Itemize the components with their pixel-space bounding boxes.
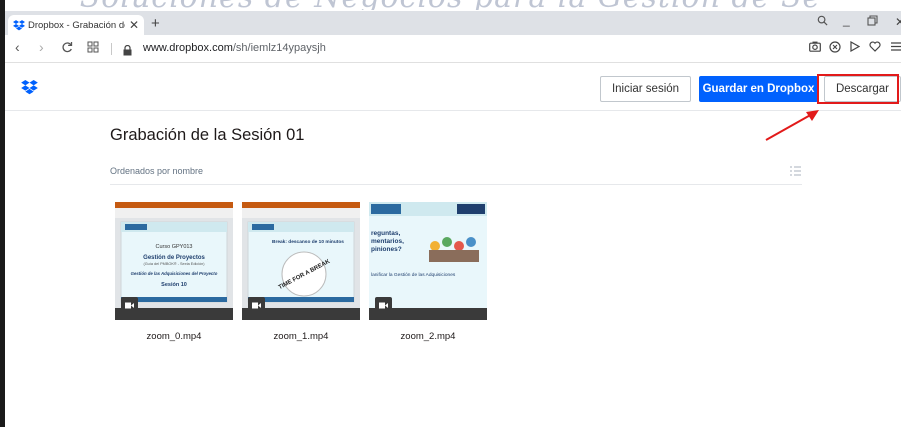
- slide-title: Break: descanso de 10 minutos: [272, 239, 344, 245]
- browser-toolbar: ‹ › www.dropbox.com/sh/iemlz14ypaysjh: [5, 35, 901, 63]
- frame-edge: [0, 0, 5, 427]
- slide-topic: lanificar la Gestión de las Adquisicione…: [371, 272, 456, 278]
- file-thumbnail-zoom-2[interactable]: reguntas, mentarios, piniones? lanificar…: [369, 202, 487, 320]
- sort-label[interactable]: Ordenados por nombre: [110, 166, 203, 176]
- new-tab-icon[interactable]: +: [151, 16, 160, 31]
- slide-session: Sesión 10: [161, 282, 187, 288]
- slide-line-2: mentarios,: [371, 238, 404, 245]
- annotation-arrow-icon: [765, 110, 819, 141]
- shield-icon[interactable]: [829, 41, 841, 55]
- restore-icon[interactable]: [867, 15, 878, 29]
- address-bar[interactable]: www.dropbox.com/sh/iemlz14ypaysjh: [143, 42, 326, 54]
- tab-close-icon[interactable]: ✕: [129, 19, 139, 31]
- minimize-icon[interactable]: _: [843, 13, 850, 27]
- slide-title: Gestión de Proyectos: [143, 255, 205, 261]
- heart-icon[interactable]: [869, 41, 881, 54]
- file-name-zoom-2[interactable]: zoom_2.mp4: [369, 331, 487, 342]
- download-highlight-box: [817, 74, 899, 104]
- video-camera-icon: [121, 297, 138, 313]
- url-path: /sh/iemlz14ypaysjh: [232, 42, 326, 54]
- watermark-text: Soluciones de Negocios para la Gestión d…: [0, 0, 901, 10]
- tab-title: Dropbox - Grabación de la: [28, 19, 125, 31]
- lock-icon[interactable]: [123, 43, 132, 61]
- login-button[interactable]: Iniciar sesión: [600, 76, 691, 102]
- video-camera-icon: [248, 297, 265, 313]
- play-icon[interactable]: [849, 40, 861, 54]
- dropbox-header: Iniciar sesión Guardar en Dropbox Descar…: [5, 63, 901, 111]
- file-thumbnail-zoom-1[interactable]: Break: descanso de 10 minutos TIME FOR A…: [242, 202, 360, 320]
- video-camera-icon: [375, 297, 392, 313]
- slide-course: Curso GPY013: [156, 244, 193, 250]
- browser-tab[interactable]: Dropbox - Grabación de la ✕: [8, 15, 144, 35]
- browser-tab-bar: Dropbox - Grabación de la ✕ + _ ✕: [5, 11, 901, 35]
- apps-grid-icon[interactable]: [87, 41, 99, 55]
- list-view-icon[interactable]: [790, 163, 801, 176]
- url-host: www.dropbox.com: [143, 42, 233, 54]
- folder-title: Grabación de la Sesión 01: [110, 126, 305, 144]
- toolbar-separator: [111, 43, 112, 55]
- file-name-zoom-0[interactable]: zoom_0.mp4: [115, 331, 233, 342]
- slide-line-3: piniones?: [371, 246, 402, 253]
- menu-icon[interactable]: [891, 41, 901, 54]
- slide-subtitle: (Guía del PMBOK® - Sexta Edición): [143, 262, 205, 266]
- camera-icon[interactable]: [809, 41, 821, 54]
- save-to-dropbox-button[interactable]: Guardar en Dropbox: [699, 76, 818, 102]
- back-icon[interactable]: ‹: [15, 40, 20, 54]
- content-divider: [110, 184, 802, 185]
- slide-topic: Gestión de las Adquisiciones del Proyect…: [131, 271, 218, 276]
- search-icon[interactable]: [817, 15, 828, 29]
- close-window-icon[interactable]: ✕: [895, 15, 901, 29]
- reload-icon[interactable]: [61, 41, 73, 55]
- slide-line-1: reguntas,: [371, 230, 400, 237]
- forward-icon[interactable]: ›: [39, 40, 44, 54]
- file-thumbnail-zoom-0[interactable]: Curso GPY013 Gestión de Proyectos (Guía …: [115, 202, 233, 320]
- dropbox-favicon-icon: [13, 19, 25, 31]
- file-name-zoom-1[interactable]: zoom_1.mp4: [242, 331, 360, 342]
- dropbox-logo-icon[interactable]: [21, 80, 38, 100]
